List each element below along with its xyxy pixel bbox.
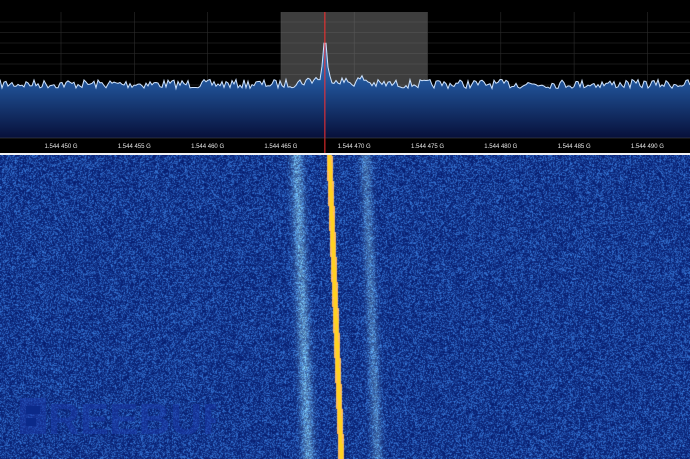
- tick-label: 1.544 490 G: [631, 144, 664, 150]
- tick-label: 1.544 480 G: [484, 144, 517, 150]
- tick-label: 1.544 460 G: [191, 144, 224, 150]
- tick-label: 1.544 470 G: [338, 144, 371, 150]
- freebuf-logo-icon: REEBUF: [20, 395, 216, 444]
- tick-label: 1.544 485 G: [558, 144, 591, 150]
- tick-label: 1.544 455 G: [118, 144, 151, 150]
- frequency-axis: 1.544 450 G 1.544 455 G 1.544 460 G 1.54…: [44, 144, 664, 150]
- tick-label: 1.544 465 G: [264, 144, 297, 150]
- tick-label: 1.544 475 G: [411, 144, 444, 150]
- spectrum-display[interactable]: 1.544 450 G 1.544 455 G 1.544 460 G 1.54…: [0, 0, 690, 153]
- tick-label: 1.544 450 G: [44, 144, 77, 150]
- watermark-text: REEBUF: [48, 395, 216, 444]
